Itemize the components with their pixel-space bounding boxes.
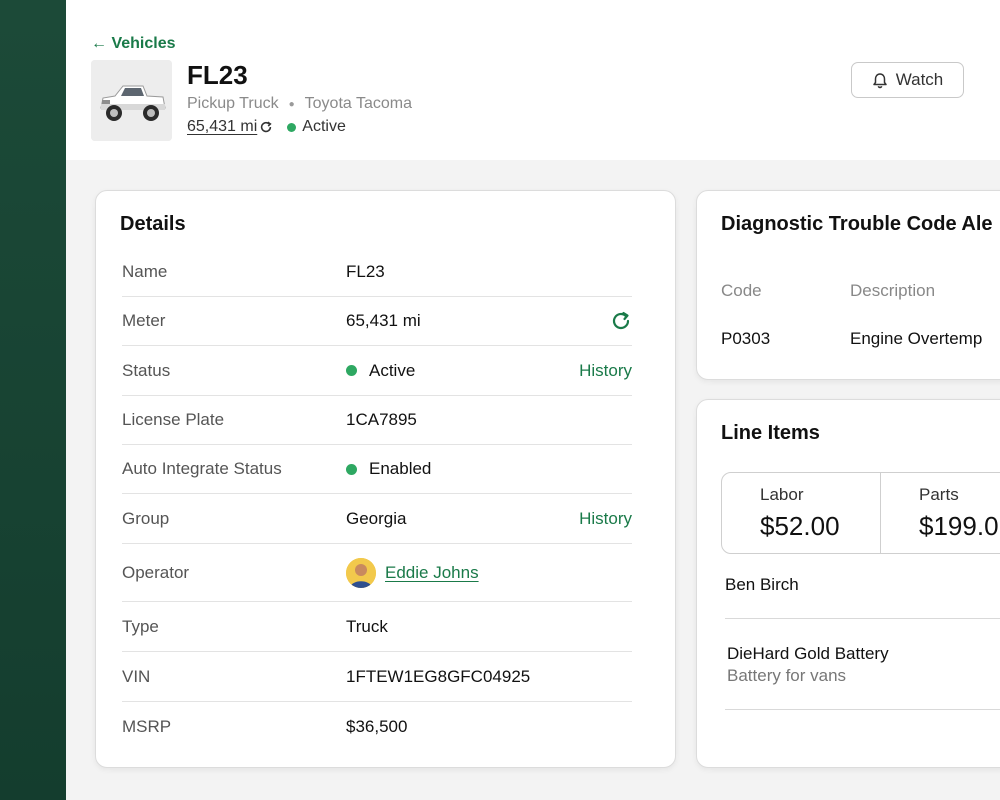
detail-value: 1CA7895	[346, 410, 417, 429]
pickup-truck-image	[91, 60, 172, 141]
detail-label: Group	[122, 508, 170, 528]
detail-label: License Plate	[122, 410, 225, 429]
vehicle-type: Pickup Truck	[187, 95, 279, 112]
line-items-title: Line Items	[721, 422, 820, 444]
labor-cost: Labor $52.00	[722, 473, 882, 553]
detail-value: 1FTEW1EG8GFC04925	[346, 666, 531, 686]
status-dot-icon	[287, 122, 297, 132]
detail-row-type: Type Truck	[122, 602, 632, 652]
cost-value: $52.00	[760, 511, 840, 541]
details-title: Details	[120, 213, 186, 235]
status-text: Active	[302, 118, 346, 135]
refresh-icon[interactable]	[259, 120, 273, 134]
cost-summary: Labor $52.00 Parts $199.0	[721, 472, 1000, 554]
enabled-dot-icon	[346, 463, 357, 475]
detail-row-auto-integrate: Auto Integrate Status Enabled	[122, 445, 632, 494]
sidebar	[0, 0, 66, 800]
dtc-code-cell[interactable]: P0303	[721, 329, 770, 349]
separator-dot-icon: ●	[288, 98, 295, 110]
part-line-item-description: Battery for vans	[727, 666, 847, 685]
group-history-link[interactable]: History	[579, 509, 632, 529]
cost-value: $199.0	[919, 511, 999, 541]
detail-label: Status	[122, 360, 171, 380]
divider	[725, 709, 1000, 710]
detail-label: Type	[122, 616, 159, 636]
detail-label: Name	[122, 261, 168, 281]
detail-value: 65,431 mi	[346, 311, 421, 330]
detail-row-name: Name FL23	[122, 247, 632, 297]
detail-label: MSRP	[122, 717, 172, 736]
dtc-alerts-card: Diagnostic Trouble Code Ale Code Descrip…	[696, 190, 1000, 380]
cost-label: Parts	[919, 485, 959, 504]
column-header-description: Description	[850, 281, 936, 300]
detail-label: VIN	[122, 666, 151, 686]
operator-link[interactable]: Eddie Johns	[385, 563, 479, 583]
meter-link[interactable]: 65,431 mi	[187, 118, 257, 136]
parts-cost: Parts $199.0	[881, 473, 1000, 553]
vehicle-meta: 65,431 mi Active	[187, 118, 346, 136]
back-to-vehicles-link[interactable]: ← Vehicles	[91, 35, 176, 53]
dtc-title: Diagnostic Trouble Code Ale	[721, 213, 993, 235]
detail-value: $36,500	[346, 717, 408, 736]
column-header-code: Code	[721, 281, 762, 300]
status-history-link[interactable]: History	[579, 361, 632, 381]
dtc-description-cell: Engine Overtemp	[850, 329, 983, 348]
detail-value-auto-integrate: Enabled	[346, 459, 632, 479]
detail-label: Meter	[122, 311, 166, 330]
detail-value-operator: Eddie Johns	[346, 557, 632, 588]
detail-label: Auto Integrate Status	[122, 459, 282, 478]
person-avatar-icon	[346, 557, 376, 588]
detail-row-msrp: MSRP $36,500	[122, 702, 632, 752]
vehicle-subtitle: Pickup Truck ● Toyota Tacoma	[187, 95, 412, 113]
detail-value: Georgia	[346, 508, 407, 528]
auto-integrate-value: Enabled	[369, 459, 432, 478]
bell-icon	[872, 72, 887, 88]
detail-value: FL23	[346, 261, 385, 281]
detail-row-operator: Operator Eddie Johns	[122, 544, 632, 602]
operator-avatar	[346, 557, 376, 588]
vehicle-title: FL23	[187, 60, 248, 90]
detail-value-status: Active	[346, 361, 579, 381]
cost-label: Labor	[760, 485, 804, 504]
detail-row-status: Status Active History	[122, 346, 632, 396]
vehicle-model: Toyota Tacoma	[304, 95, 412, 112]
line-items-card: Line Items Labor $52.00 Parts $199.0 Ben…	[696, 399, 1000, 768]
detail-row-vin: VIN 1FTEW1EG8GFC04925	[122, 652, 632, 702]
labor-line-item[interactable]: Ben Birch	[725, 575, 799, 595]
status-dot-icon	[346, 365, 357, 376]
detail-value: Truck	[346, 616, 388, 636]
vehicle-thumbnail	[91, 60, 172, 141]
page-header: ← Vehicles FL23 Pickup Truck ● Toyota Ta…	[66, 0, 1000, 160]
detail-row-meter: Meter 65,431 mi	[122, 297, 632, 346]
detail-label: Operator	[122, 562, 190, 582]
detail-row-group: Group Georgia History	[122, 494, 632, 544]
watch-label: Watch	[895, 70, 944, 89]
detail-row-license-plate: License Plate 1CA7895	[122, 396, 632, 445]
watch-button[interactable]: Watch	[851, 62, 964, 98]
part-line-item-name[interactable]: DieHard Gold Battery	[727, 644, 889, 664]
divider	[725, 618, 1000, 619]
details-card: Details Name FL23 Meter 65,431 mi Status…	[95, 190, 676, 768]
status-value: Active	[369, 360, 416, 380]
refresh-meter-icon[interactable]	[610, 310, 632, 332]
